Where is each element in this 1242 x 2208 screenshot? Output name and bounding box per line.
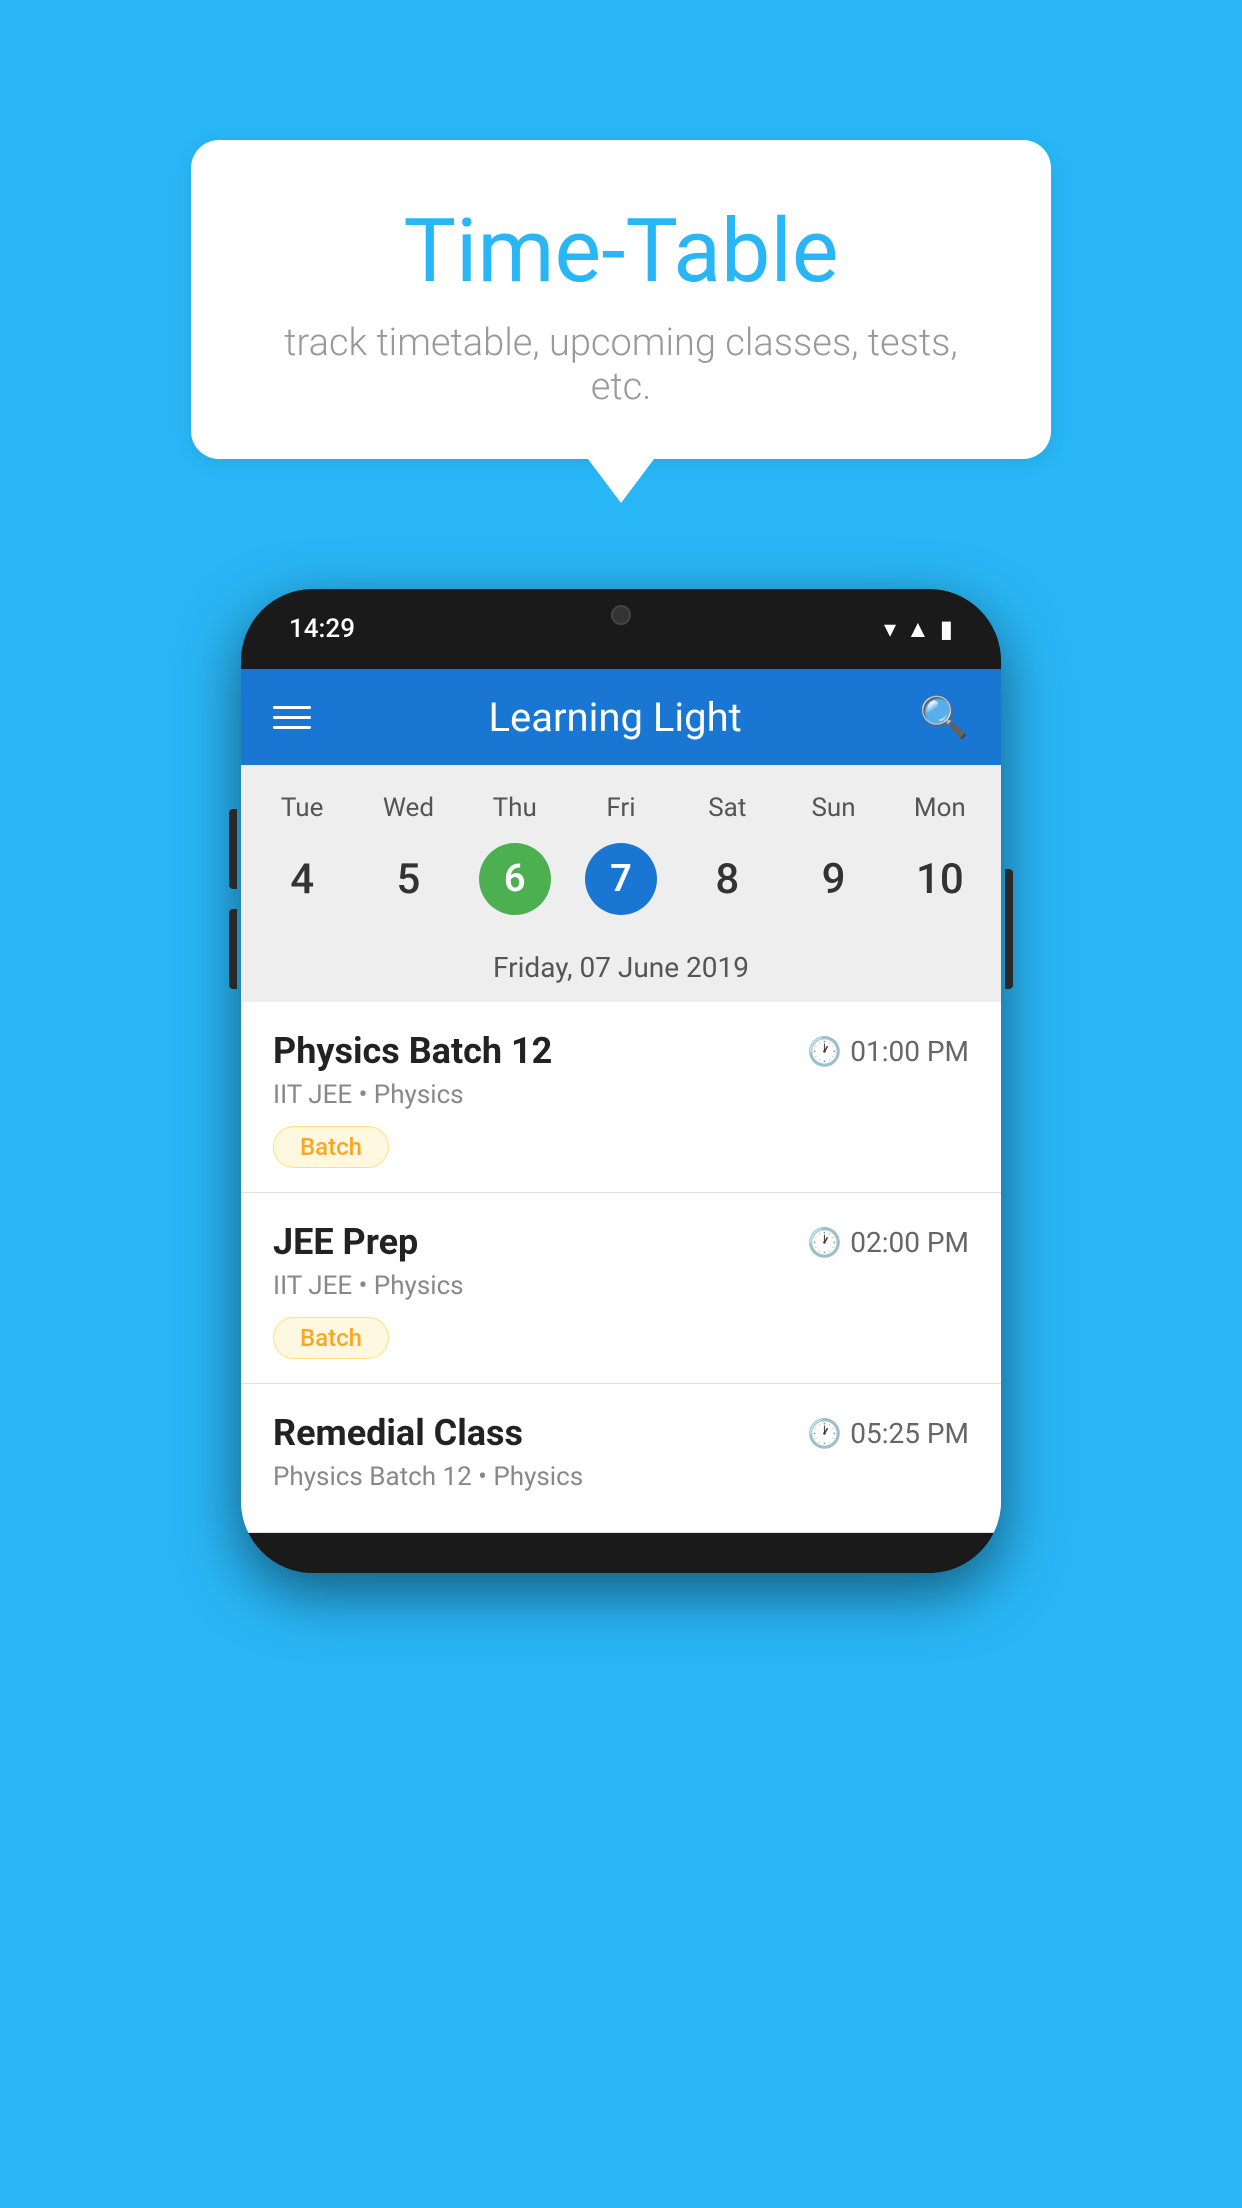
day-header-thu: Thu: [462, 785, 568, 831]
schedule-item-3[interactable]: Remedial Class 🕐 05:25 PM Physics Batch …: [241, 1384, 1001, 1533]
volume-up-button: [229, 809, 237, 889]
app-bar-title: Learning Light: [311, 694, 919, 741]
menu-icon[interactable]: [273, 706, 311, 729]
schedule-item-1[interactable]: Physics Batch 12 🕐 01:00 PM IIT JEE • Ph…: [241, 1002, 1001, 1193]
day-header-sun: Sun: [780, 785, 886, 831]
schedule-item-1-time: 🕐 01:00 PM: [807, 1035, 969, 1068]
schedule-item-3-time: 🕐 05:25 PM: [807, 1417, 969, 1450]
schedule-item-2-subtitle: IIT JEE • Physics: [273, 1271, 969, 1301]
wifi-icon: ▾: [884, 615, 896, 643]
batch-badge-1: Batch: [273, 1126, 389, 1168]
notch: [531, 589, 711, 641]
status-icons: ▾ ▲ ▮: [884, 615, 953, 644]
search-icon[interactable]: 🔍: [919, 694, 969, 741]
day-6[interactable]: 6: [462, 835, 568, 923]
bubble-title: Time-Table: [251, 200, 991, 303]
day-selected-circle[interactable]: 7: [585, 843, 657, 915]
phone-screen: Learning Light 🔍 Tue Wed Thu Fri Sat Sun…: [241, 669, 1001, 1533]
clock-icon-2: 🕐: [807, 1226, 842, 1259]
battery-icon: ▮: [940, 615, 953, 643]
calendar-strip: Tue Wed Thu Fri Sat Sun Mon 4 5 6 7: [241, 765, 1001, 1002]
day-7[interactable]: 7: [568, 835, 674, 923]
day-10[interactable]: 10: [887, 835, 993, 923]
day-header-tue: Tue: [249, 785, 355, 831]
volume-down-button: [229, 909, 237, 989]
schedule-item-3-header: Remedial Class 🕐 05:25 PM: [273, 1412, 969, 1454]
schedule-item-2-header: JEE Prep 🕐 02:00 PM: [273, 1221, 969, 1263]
status-time: 14:29: [289, 614, 355, 644]
clock-icon-1: 🕐: [807, 1035, 842, 1068]
phone-bottom-bar: [241, 1533, 1001, 1573]
schedule-item-3-title: Remedial Class: [273, 1412, 523, 1454]
day-header-fri: Fri: [568, 785, 674, 831]
top-section: Time-Table track timetable, upcoming cla…: [0, 0, 1242, 459]
schedule-item-1-title: Physics Batch 12: [273, 1030, 552, 1072]
day-headers: Tue Wed Thu Fri Sat Sun Mon: [241, 785, 1001, 831]
day-header-sat: Sat: [674, 785, 780, 831]
day-4[interactable]: 4: [249, 835, 355, 923]
phone-container: 14:29 ▾ ▲ ▮ Learning Light 🔍: [241, 589, 1001, 1573]
batch-badge-2: Batch: [273, 1317, 389, 1359]
camera-dot: [611, 605, 631, 625]
schedule-item-3-subtitle: Physics Batch 12 • Physics: [273, 1462, 969, 1492]
power-button: [1005, 869, 1013, 989]
schedule-item-2[interactable]: JEE Prep 🕐 02:00 PM IIT JEE • Physics Ba…: [241, 1193, 1001, 1384]
schedule-item-1-header: Physics Batch 12 🕐 01:00 PM: [273, 1030, 969, 1072]
phone-frame: 14:29 ▾ ▲ ▮ Learning Light 🔍: [241, 589, 1001, 1573]
schedule-item-2-title: JEE Prep: [273, 1221, 418, 1263]
selected-date: Friday, 07 June 2019: [241, 939, 1001, 1002]
day-8[interactable]: 8: [674, 835, 780, 923]
schedule-item-2-time: 🕐 02:00 PM: [807, 1226, 969, 1259]
day-9[interactable]: 9: [780, 835, 886, 923]
status-bar: 14:29 ▾ ▲ ▮: [241, 589, 1001, 669]
speech-bubble: Time-Table track timetable, upcoming cla…: [191, 140, 1051, 459]
signal-icon: ▲: [906, 615, 930, 644]
day-header-mon: Mon: [887, 785, 993, 831]
app-bar: Learning Light 🔍: [241, 669, 1001, 765]
schedule-list: Physics Batch 12 🕐 01:00 PM IIT JEE • Ph…: [241, 1002, 1001, 1533]
day-numbers: 4 5 6 7 8 9 10: [241, 831, 1001, 939]
clock-icon-3: 🕐: [807, 1417, 842, 1450]
day-5[interactable]: 5: [355, 835, 461, 923]
day-header-wed: Wed: [355, 785, 461, 831]
bubble-subtitle: track timetable, upcoming classes, tests…: [251, 321, 991, 409]
day-today-circle[interactable]: 6: [479, 843, 551, 915]
schedule-item-1-subtitle: IIT JEE • Physics: [273, 1080, 969, 1110]
